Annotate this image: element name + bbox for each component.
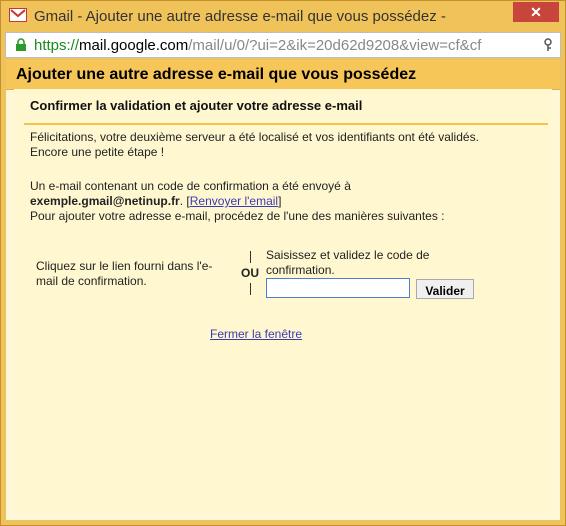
browser-window: Gmail - Ajouter une autre adresse e-mail… [0,0,566,526]
resend-email-link[interactable]: Renvoyer l'email [190,194,278,208]
url-text[interactable]: https://mail.google.com/mail/u/0/?ui=2&i… [34,37,534,54]
or-label: OU [241,266,259,280]
instructions-line-1: Un e-mail contenant un code de confirmat… [30,179,351,193]
confirmation-code-input[interactable] [266,278,410,298]
success-line-1: Félicitations, votre deuxième serveur a … [30,130,479,144]
dialog-content: Ajouter une autre adresse e-mail que vou… [5,59,561,521]
divider-line-bottom [249,283,251,295]
page-title: Ajouter une autre adresse e-mail que vou… [16,66,417,83]
url-host: mail.google.com [79,37,189,54]
close-window-button[interactable]: ✕ [513,2,559,22]
validate-button[interactable]: Valider [416,279,474,299]
period: . [179,194,184,208]
title-bar: Gmail - Ajouter une autre adresse e-mail… [1,1,565,32]
left-option-text: Cliquez sur le lien fourni dans l'e-mail… [36,259,213,288]
success-message: Félicitations, votre deuxième serveur a … [30,130,530,160]
divider [24,123,548,125]
dialog-header: Ajouter une autre adresse e-mail que vou… [6,60,560,90]
panel-subtitle: Confirmer la validation et ajouter votre… [30,98,363,113]
key-icon[interactable] [542,38,554,52]
instructions-line-3: Pour ajouter votre adresse e-mail, procé… [30,209,445,223]
url-path: /mail/u/0/?ui=2&ik=20d62d9208&view=cf&cf [188,37,482,54]
lock-icon [14,38,28,52]
email-address: exemple.gmail@netinup.fr [30,194,180,208]
gmail-icon [9,8,27,22]
success-line-2: Encore une petite étape ! [30,145,165,159]
address-bar[interactable]: https://mail.google.com/mail/u/0/?ui=2&i… [5,32,561,58]
url-protocol: https:// [34,37,80,54]
window-title: Gmail - Ajouter une autre adresse e-mail… [34,8,446,25]
close-window-link[interactable]: Fermer la fenêtre [210,327,302,341]
divider-line-top [249,251,251,263]
right-option-text: Saisissez et validez le code de confirma… [266,248,430,277]
instructions: Un e-mail contenant un code de confirmat… [30,179,530,224]
or-divider: OU [238,251,262,295]
confirmation-panel: Confirmer la validation et ajouter votre… [14,89,552,513]
instructions-line-2: exemple.gmail@netinup.fr. [Renvoyer l'em… [30,194,530,209]
resend-bracket-close: ] [278,194,282,208]
